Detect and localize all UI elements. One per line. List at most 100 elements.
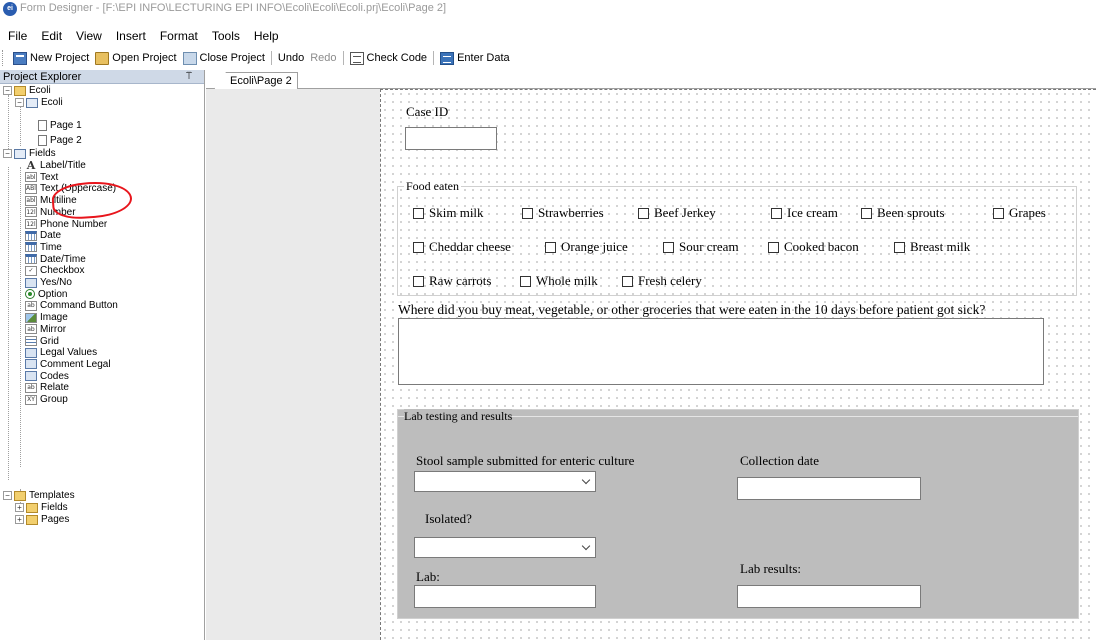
tree-node-field-yes-no[interactable]: Yes/No [25, 277, 72, 288]
page-icon [38, 135, 47, 146]
lab-input[interactable] [414, 585, 596, 608]
checkbox-box[interactable] [663, 241, 674, 253]
tree-node-field-image[interactable]: Image [25, 312, 68, 323]
menu-help[interactable]: Help [247, 27, 286, 45]
close-project-button[interactable]: Close Project [180, 49, 268, 67]
tree-node-field-checkbox[interactable]: ✓ Checkbox [25, 265, 84, 276]
tree-node-field-mirror[interactable]: ab Mirror [25, 324, 66, 335]
tree-node-label: Yes/No [40, 277, 72, 288]
food-checkbox[interactable]: Been sprouts [861, 205, 945, 221]
checkbox-box[interactable] [413, 241, 424, 253]
food-checkbox[interactable]: Skim milk [413, 205, 484, 221]
tree-node-field-time[interactable]: Time [25, 242, 62, 253]
checkbox-box[interactable] [520, 275, 531, 287]
checkbox-box[interactable] [638, 207, 649, 219]
food-checkbox[interactable]: Breast milk [894, 239, 970, 255]
menu-insert[interactable]: Insert [109, 27, 153, 45]
expand-icon[interactable]: + [15, 503, 24, 512]
food-checkbox[interactable]: Fresh celery [622, 273, 702, 289]
tree-node-templates-fields[interactable]: + Fields [15, 502, 68, 513]
collapse-icon[interactable]: − [15, 98, 24, 107]
redo-button[interactable]: Redo [307, 49, 339, 67]
checkbox-box[interactable] [545, 241, 556, 253]
tree-node-field-command-button[interactable]: ab Command Button [25, 300, 118, 311]
food-checkbox-label: Raw carrots [429, 273, 492, 288]
collection-date-label: Collection date [740, 453, 820, 468]
checkbox-box[interactable] [413, 275, 424, 287]
food-checkbox[interactable]: Cooked bacon [768, 239, 859, 255]
groceries-multiline-input[interactable] [398, 318, 1044, 385]
checkbox-box[interactable] [622, 275, 633, 287]
collection-date-input[interactable] [737, 477, 921, 500]
checkbox-box[interactable] [522, 207, 533, 219]
expand-icon[interactable]: + [15, 515, 24, 524]
tree-node-field-date-time[interactable]: Date/Time [25, 254, 86, 265]
chevron-down-icon[interactable] [581, 541, 591, 551]
undo-button[interactable]: Undo [275, 49, 307, 67]
stool-sample-dropdown[interactable] [414, 471, 596, 492]
food-checkbox-label: Skim milk [429, 205, 484, 220]
food-checkbox-label: Cheddar cheese [429, 239, 511, 254]
tree-node-field-relate[interactable]: ab Relate [25, 382, 69, 393]
food-checkbox[interactable]: Beef Jerkey [638, 205, 716, 221]
tree-node-fields[interactable]: − Fields [3, 148, 56, 159]
epi-info-logo-icon: ei [3, 2, 17, 16]
tree-node-label: Templates [29, 490, 75, 501]
food-checkbox[interactable]: Strawberries [522, 205, 604, 221]
food-checkbox[interactable]: Orange juice [545, 239, 628, 255]
tree-node-field-legal-values[interactable]: Legal Values [25, 347, 97, 358]
tree-node-templates-pages[interactable]: + Pages [15, 514, 69, 525]
tree-node-page-1[interactable]: Page 1 [38, 120, 82, 131]
collapse-icon[interactable]: − [3, 86, 12, 95]
tree-node-field-date[interactable]: Date [25, 230, 61, 241]
toolbar-grip[interactable] [2, 50, 10, 66]
enter-data-button[interactable]: Enter Data [437, 49, 513, 67]
food-checkbox[interactable]: Raw carrots [413, 273, 491, 289]
food-eaten-group[interactable]: Food eaten Skim milk Strawberries Beef Jer… [397, 179, 1077, 296]
tree-node-label: Mirror [40, 323, 67, 335]
menu-view[interactable]: View [69, 27, 109, 45]
form-canvas[interactable]: Case ID Food eaten Skim milk Strawberries… [380, 89, 1096, 640]
tree-node-label: Text [40, 171, 59, 183]
checkbox-box[interactable] [861, 207, 872, 219]
checkbox-box[interactable] [413, 207, 424, 219]
tab-ecoli-page-2[interactable]: Ecoli\Page 2 [214, 72, 298, 89]
isolated-dropdown[interactable] [414, 537, 596, 558]
checkbox-box[interactable] [993, 207, 1004, 219]
checkbox-box[interactable] [771, 207, 782, 219]
codes-icon [25, 371, 37, 382]
food-checkbox[interactable]: Grapes [993, 205, 1046, 221]
tree-node-field-label-title[interactable]: A Label/Title [25, 160, 86, 171]
tree-node-form[interactable]: − Ecoli [15, 97, 63, 108]
open-project-button[interactable]: Open Project [92, 49, 179, 67]
food-checkbox[interactable]: Whole milk [520, 273, 598, 289]
pin-icon[interactable]: ⍡ [186, 70, 192, 84]
chevron-down-icon[interactable] [581, 475, 591, 485]
menu-edit[interactable]: Edit [34, 27, 69, 45]
lab-testing-group[interactable]: Lab testing and results Stool sample sub… [397, 409, 1079, 619]
food-checkbox[interactable]: Sour cream [663, 239, 739, 255]
tree-node-field-codes[interactable]: Codes [25, 371, 69, 382]
tree-node-field-phone-number[interactable]: 12l Phone Number [25, 219, 107, 230]
tree-node-templates[interactable]: − Templates [3, 490, 75, 501]
case-id-input[interactable] [405, 127, 497, 150]
menu-file[interactable]: File [0, 27, 34, 45]
checkbox-box[interactable] [894, 241, 905, 253]
new-project-button[interactable]: New Project [10, 49, 92, 67]
food-checkbox[interactable]: Ice cream [771, 205, 838, 221]
lab-results-input[interactable] [737, 585, 921, 608]
checkbox-box[interactable] [768, 241, 779, 253]
food-checkbox[interactable]: Cheddar cheese [413, 239, 511, 255]
tree-node-field-text[interactable]: abl Text [25, 172, 58, 183]
menu-tools[interactable]: Tools [205, 27, 247, 45]
collapse-icon[interactable]: − [3, 149, 12, 158]
collapse-icon[interactable]: − [3, 491, 12, 500]
tree-node-project[interactable]: − Ecoli [3, 85, 51, 96]
tree-node-field-comment-legal[interactable]: Comment Legal [25, 359, 111, 370]
check-code-button[interactable]: Check Code [347, 49, 431, 67]
menu-format[interactable]: Format [153, 27, 205, 45]
tree-node-field-group[interactable]: XY Group [25, 394, 68, 405]
tree-node-field-option[interactable]: Option [25, 289, 67, 300]
tree-node-page-2[interactable]: Page 2 [38, 135, 82, 146]
tree-node-field-grid[interactable]: Grid [25, 336, 59, 347]
